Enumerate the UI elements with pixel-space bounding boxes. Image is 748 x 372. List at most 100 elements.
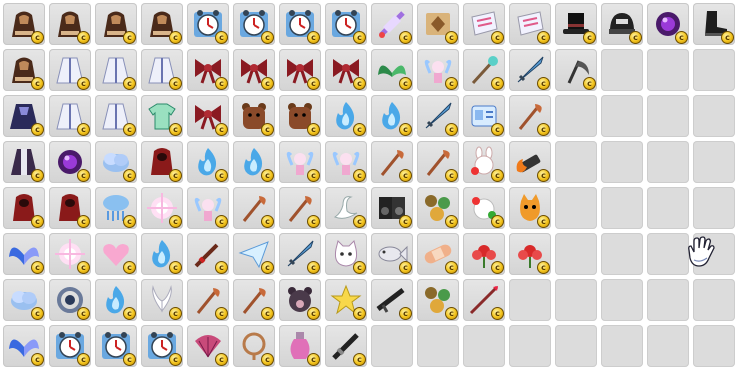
empty-inventory-slot[interactable] — [693, 325, 735, 367]
inventory-slot[interactable]: c — [49, 233, 91, 275]
empty-inventory-slot[interactable] — [647, 325, 689, 367]
inventory-slot[interactable]: c — [463, 141, 505, 183]
inventory-slot[interactable]: c — [141, 325, 183, 367]
empty-inventory-slot[interactable] — [693, 141, 735, 183]
inventory-slot[interactable]: c — [3, 49, 45, 91]
empty-inventory-slot[interactable] — [693, 279, 735, 321]
empty-inventory-slot[interactable] — [463, 325, 505, 367]
inventory-slot[interactable]: c — [371, 233, 413, 275]
inventory-slot[interactable]: c — [95, 49, 137, 91]
inventory-slot[interactable]: c — [279, 3, 321, 45]
inventory-slot[interactable]: c — [233, 279, 275, 321]
inventory-slot[interactable]: c — [49, 325, 91, 367]
inventory-slot[interactable]: c — [95, 95, 137, 137]
inventory-slot[interactable]: c — [141, 279, 183, 321]
inventory-slot[interactable]: c — [95, 279, 137, 321]
inventory-slot[interactable]: c — [279, 141, 321, 183]
empty-inventory-slot[interactable] — [601, 49, 643, 91]
inventory-slot[interactable]: c — [279, 279, 321, 321]
empty-inventory-slot[interactable] — [509, 325, 551, 367]
empty-inventory-slot[interactable] — [647, 141, 689, 183]
empty-inventory-slot[interactable] — [417, 325, 459, 367]
inventory-slot[interactable]: c — [187, 325, 229, 367]
inventory-slot[interactable]: c — [463, 233, 505, 275]
empty-inventory-slot[interactable] — [647, 233, 689, 275]
empty-inventory-slot[interactable] — [693, 187, 735, 229]
empty-inventory-slot[interactable] — [693, 95, 735, 137]
inventory-slot[interactable]: c — [509, 49, 551, 91]
inventory-slot[interactable]: c — [233, 49, 275, 91]
inventory-slot[interactable]: c — [325, 95, 367, 137]
inventory-slot[interactable]: c — [417, 279, 459, 321]
empty-inventory-slot[interactable] — [647, 95, 689, 137]
inventory-slot[interactable]: c — [95, 233, 137, 275]
inventory-slot[interactable]: c — [233, 95, 275, 137]
empty-inventory-slot[interactable] — [601, 187, 643, 229]
empty-inventory-slot[interactable] — [601, 95, 643, 137]
empty-inventory-slot[interactable] — [555, 95, 597, 137]
empty-inventory-slot[interactable] — [555, 233, 597, 275]
inventory-slot[interactable]: c — [279, 325, 321, 367]
inventory-slot[interactable]: c — [141, 141, 183, 183]
inventory-slot[interactable]: c — [509, 141, 551, 183]
inventory-slot[interactable]: c — [325, 233, 367, 275]
inventory-slot[interactable]: c — [187, 141, 229, 183]
inventory-slot[interactable]: c — [187, 279, 229, 321]
inventory-slot[interactable]: c — [141, 3, 183, 45]
inventory-slot[interactable]: c — [371, 49, 413, 91]
inventory-slot[interactable]: c — [463, 279, 505, 321]
empty-inventory-slot[interactable] — [509, 279, 551, 321]
inventory-slot[interactable]: c — [601, 3, 643, 45]
inventory-slot[interactable]: c — [49, 279, 91, 321]
inventory-slot[interactable]: c — [233, 325, 275, 367]
inventory-slot[interactable]: c — [3, 279, 45, 321]
inventory-slot[interactable]: c — [417, 3, 459, 45]
inventory-slot[interactable]: c — [509, 187, 551, 229]
inventory-slot[interactable]: c — [417, 95, 459, 137]
inventory-slot[interactable]: c — [371, 141, 413, 183]
inventory-slot[interactable]: c — [417, 187, 459, 229]
inventory-slot[interactable]: c — [371, 187, 413, 229]
inventory-slot[interactable]: c — [187, 233, 229, 275]
inventory-slot[interactable]: c — [417, 49, 459, 91]
empty-inventory-slot[interactable] — [555, 141, 597, 183]
inventory-slot[interactable]: c — [417, 233, 459, 275]
inventory-slot[interactable]: c — [3, 95, 45, 137]
inventory-slot[interactable]: c — [555, 3, 597, 45]
inventory-slot[interactable]: c — [141, 233, 183, 275]
inventory-slot[interactable]: c — [279, 233, 321, 275]
inventory-slot[interactable]: c — [233, 187, 275, 229]
inventory-slot[interactable]: c — [325, 141, 367, 183]
inventory-slot[interactable]: c — [187, 3, 229, 45]
inventory-slot[interactable]: c — [3, 325, 45, 367]
inventory-slot[interactable]: c — [141, 95, 183, 137]
inventory-slot[interactable]: c — [509, 95, 551, 137]
inventory-slot[interactable]: c — [463, 187, 505, 229]
inventory-slot[interactable]: c — [49, 95, 91, 137]
inventory-slot[interactable]: c — [49, 141, 91, 183]
inventory-slot[interactable]: c — [325, 325, 367, 367]
inventory-slot[interactable]: c — [371, 3, 413, 45]
empty-inventory-slot[interactable] — [555, 279, 597, 321]
inventory-slot[interactable]: c — [693, 3, 735, 45]
empty-inventory-slot[interactable] — [601, 325, 643, 367]
inventory-slot[interactable]: c — [49, 49, 91, 91]
inventory-slot[interactable]: c — [95, 325, 137, 367]
empty-inventory-slot[interactable] — [601, 141, 643, 183]
empty-inventory-slot[interactable] — [647, 49, 689, 91]
inventory-slot[interactable]: c — [325, 187, 367, 229]
inventory-slot[interactable]: c — [463, 3, 505, 45]
inventory-slot[interactable]: c — [3, 141, 45, 183]
empty-inventory-slot[interactable] — [647, 279, 689, 321]
inventory-slot[interactable]: c — [371, 95, 413, 137]
inventory-slot[interactable]: c — [233, 233, 275, 275]
empty-inventory-slot[interactable] — [693, 49, 735, 91]
inventory-slot[interactable]: c — [279, 187, 321, 229]
inventory-slot[interactable]: c — [371, 279, 413, 321]
empty-inventory-slot[interactable] — [601, 233, 643, 275]
inventory-slot[interactable]: c — [95, 141, 137, 183]
empty-inventory-slot[interactable] — [601, 279, 643, 321]
inventory-slot[interactable]: c — [509, 3, 551, 45]
empty-inventory-slot[interactable] — [647, 187, 689, 229]
empty-inventory-slot[interactable] — [371, 325, 413, 367]
